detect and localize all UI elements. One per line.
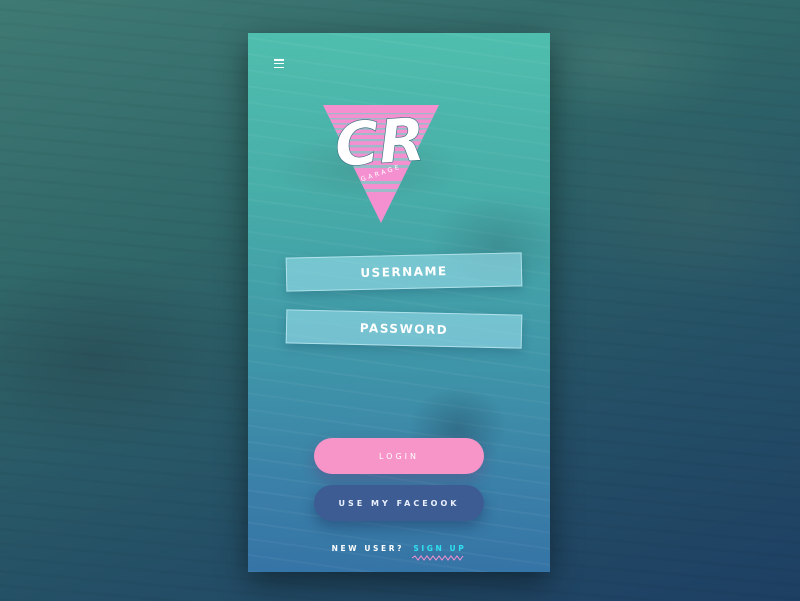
password-input[interactable] (286, 318, 522, 340)
cr-garage-logo: CR GARAGE (323, 105, 439, 223)
signup-link[interactable]: SIGN UP (413, 544, 466, 553)
new-user-label: NEW USER? (331, 544, 405, 553)
signup-prompt: NEW USER? SIGN UP (248, 544, 550, 553)
signup-underline-squiggle (412, 555, 464, 561)
login-button[interactable]: LOGIN (314, 438, 484, 474)
facebook-login-button[interactable]: USE MY FACEOOK (314, 485, 484, 521)
password-field[interactable] (285, 309, 523, 349)
phone-screen: CR GARAGE LOGIN USE MY FACEOOK NEW USER?… (248, 33, 550, 572)
username-field[interactable] (285, 252, 523, 292)
username-input[interactable] (286, 261, 522, 283)
hamburger-menu-icon[interactable] (274, 59, 284, 68)
